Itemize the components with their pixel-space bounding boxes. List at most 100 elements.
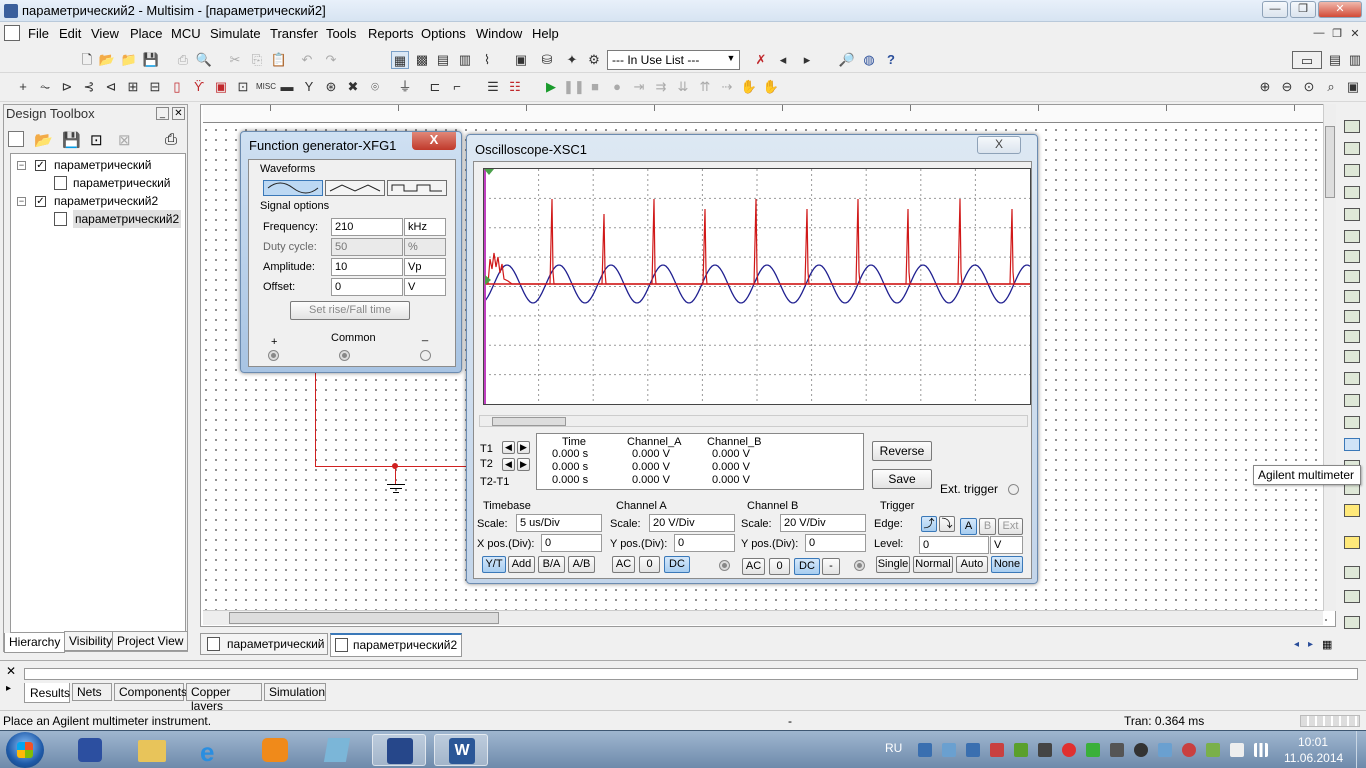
channel-b-ac-button[interactable]: AC <box>742 558 765 575</box>
wire[interactable] <box>315 372 316 466</box>
explorer-icon[interactable] <box>124 734 178 766</box>
auto-button[interactable]: Auto <box>956 556 988 573</box>
tab-visibility[interactable]: Visibility <box>64 631 118 651</box>
visibility-checkbox[interactable]: ✓ <box>35 160 46 171</box>
wattmeter-icon[interactable] <box>1344 164 1360 177</box>
erc-icon[interactable]: ✗ <box>752 51 770 69</box>
t2-right-arrow[interactable]: ▶ <box>517 458 530 471</box>
save-project-icon[interactable]: 💾 <box>62 131 81 149</box>
run-simulation-icon[interactable]: ▶ <box>542 78 560 96</box>
single-button[interactable]: Single <box>876 556 910 573</box>
sheet-tab-2[interactable]: параметрический2 <box>330 633 462 657</box>
probe-icon[interactable]: ☷ <box>506 78 524 96</box>
save-icon[interactable]: 💾 <box>142 51 160 69</box>
normal-button[interactable]: Normal <box>913 556 953 573</box>
mcu-component-icon[interactable]: ⌾ <box>366 78 384 96</box>
channel-b-terminal[interactable] <box>854 560 865 571</box>
new-icon[interactable]: 🗋 <box>78 51 96 69</box>
minus-terminal[interactable] <box>420 350 431 361</box>
maximize-button[interactable]: ❐ <box>1290 1 1316 18</box>
vertical-scrollbar[interactable] <box>1323 104 1336 611</box>
frequency-unit[interactable]: kHz <box>404 218 446 236</box>
measurement-probe-icon[interactable] <box>1344 504 1360 517</box>
rising-edge-icon[interactable]: ⤴ <box>921 516 937 532</box>
cmos-component-icon[interactable]: ⊟ <box>146 78 164 96</box>
power-icon[interactable] <box>1230 743 1244 757</box>
channel-a-scale-input[interactable]: 20 V/Div <box>649 514 735 532</box>
t1-right-arrow[interactable]: ▶ <box>517 441 530 454</box>
channel-b-zero-button[interactable]: 0 <box>769 558 790 575</box>
channel-b-dc-button[interactable]: DC <box>794 558 820 575</box>
mdi-restore-button[interactable]: ❐ <box>1328 27 1346 43</box>
hierarchical-block-icon[interactable]: ⏚ <box>396 78 414 96</box>
minimize-button[interactable]: — <box>1262 1 1288 18</box>
channel-b-ypos-input[interactable]: 0 <box>805 534 866 552</box>
step-out-icon[interactable]: ⇈ <box>696 78 714 96</box>
run-to-cursor-icon[interactable]: ⇢ <box>718 78 736 96</box>
in-use-list-dropdown[interactable]: --- In Use List --- ▼ <box>607 50 740 70</box>
notes-icon[interactable] <box>310 734 364 766</box>
toggle-fullscreen-icon[interactable]: ▦ <box>391 51 409 69</box>
word-generator-icon[interactable] <box>1344 270 1360 283</box>
back-annotate-icon[interactable]: ◂ <box>774 51 792 69</box>
open-folder-icon[interactable]: 📂 <box>34 131 53 149</box>
xpos-input[interactable]: 0 <box>541 534 602 552</box>
spreadsheet-close-icon[interactable]: ✕ <box>6 664 16 678</box>
cut-icon[interactable]: ✂ <box>226 51 244 69</box>
level-input[interactable]: 0 <box>919 536 989 554</box>
amplitude-input[interactable]: 10 <box>331 258 403 276</box>
print-preview-icon[interactable]: 🔍 <box>195 51 213 69</box>
tab-project-view[interactable]: Project View <box>112 631 189 651</box>
tree-item-sheet2[interactable]: параметрический2 <box>73 210 182 228</box>
print-list-icon[interactable]: ⎙ <box>165 131 177 148</box>
iv-analyzer-icon[interactable] <box>1344 330 1360 343</box>
level-unit[interactable]: V <box>990 536 1023 554</box>
tray-icon[interactable] <box>1206 743 1220 757</box>
bus-icon[interactable]: ⊏ <box>426 78 444 96</box>
save-button[interactable]: Save <box>872 469 932 489</box>
channel-b-minus-button[interactable]: - <box>822 558 840 575</box>
collapse-icon[interactable]: − <box>17 197 26 206</box>
tab-results[interactable]: Results <box>24 683 70 703</box>
place-bus-icon[interactable]: ⌐ <box>448 78 466 96</box>
help-icon[interactable]: ? <box>882 51 900 69</box>
clock-date[interactable]: 11.06.2014 <box>1284 751 1343 765</box>
channel-a-ac-button[interactable]: AC <box>612 556 635 573</box>
spreadsheet-expand-icon[interactable]: ▸ <box>6 683 11 694</box>
open-sample-icon[interactable]: 📁 <box>120 51 138 69</box>
tab-components[interactable]: Components <box>114 683 187 701</box>
agilent-function-generator-icon[interactable] <box>1344 416 1360 429</box>
internet-explorer-icon[interactable]: e <box>186 734 240 767</box>
step-icon[interactable]: ⇥ <box>630 78 648 96</box>
none-button[interactable]: None <box>991 556 1023 573</box>
step-into-icon[interactable]: ⇊ <box>674 78 692 96</box>
tray-icon[interactable] <box>942 743 956 757</box>
tray-icon[interactable] <box>1158 743 1172 757</box>
paste-icon[interactable]: 📋 <box>270 51 288 69</box>
tray-icon[interactable] <box>1134 743 1148 757</box>
tab-nets[interactable]: Nets <box>72 683 112 701</box>
menu-mcu[interactable]: MCU <box>171 26 201 41</box>
step-over-icon[interactable]: ⇉ <box>652 78 670 96</box>
menu-simulate[interactable]: Simulate <box>210 26 261 41</box>
close-button[interactable]: ✕ <box>1318 1 1362 18</box>
misc-component-icon[interactable]: MISC <box>256 78 276 96</box>
set-rise-fall-button[interactable]: Set rise/Fall time <box>290 301 410 320</box>
tab-list-icon[interactable]: ▦ <box>1322 638 1332 651</box>
t1-left-arrow[interactable]: ◀ <box>502 441 515 454</box>
frequency-counter-icon[interactable] <box>1344 250 1360 263</box>
source-component-icon[interactable]: + <box>14 78 32 96</box>
analog-component-icon[interactable]: ⊲ <box>102 78 120 96</box>
database-manager-icon[interactable]: ⛁ <box>538 51 556 69</box>
tray-icon[interactable] <box>966 743 980 757</box>
breakpoint-icon[interactable]: ✋ <box>740 78 758 96</box>
offset-unit[interactable]: V <box>404 278 446 296</box>
education-web-icon[interactable]: ◍ <box>860 51 878 69</box>
taskbar-app-icon[interactable] <box>62 734 116 766</box>
tab-scroll-right-icon[interactable]: ▸ <box>1308 639 1313 650</box>
channel-a-terminal[interactable] <box>719 560 730 571</box>
tray-icon[interactable] <box>1086 743 1100 757</box>
labview-instrument-icon[interactable] <box>1344 536 1360 549</box>
menu-view[interactable]: View <box>91 26 119 41</box>
diode-component-icon[interactable]: ⊳ <box>58 78 76 96</box>
